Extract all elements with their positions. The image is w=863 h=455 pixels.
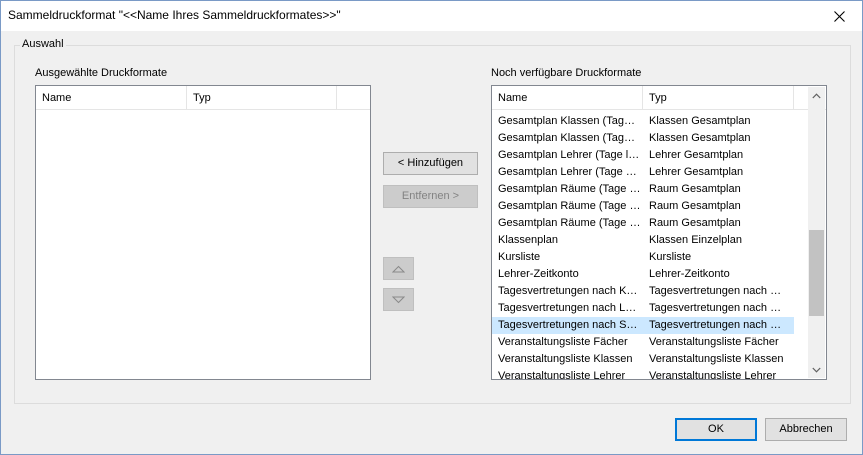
- list-item-name: Gesamtplan Räume (Tage l…: [498, 200, 641, 212]
- list-item-type: Raum Gesamtplan: [649, 217, 741, 229]
- list-item-name: Gesamtplan Lehrer (Tage …: [498, 166, 637, 178]
- list-item-type: Lehrer Gesamtplan: [649, 166, 744, 178]
- list-item-type: Veranstaltungsliste Klassen: [649, 353, 784, 365]
- list-item-type: Raum Gesamtplan: [649, 200, 741, 212]
- group-legend: Auswahl: [20, 38, 66, 50]
- window-title: Sammeldruckformat "<<Name Ihres Sammeldr…: [8, 8, 341, 22]
- list-item-name: Gesamtplan Klassen (Tage…: [498, 132, 641, 144]
- list-item-type: Veranstaltungsliste Lehrer: [649, 370, 777, 380]
- scroll-up-button[interactable]: [808, 87, 825, 104]
- list-item[interactable]: Tagesvertretungen nach K… Tagesvertretung…: [492, 283, 794, 300]
- cancel-button[interactable]: Abbrechen: [765, 418, 847, 441]
- list-item[interactable]: Tagesvertretungen nach L… Tagesvertretung…: [492, 300, 794, 317]
- list-item[interactable]: Gesamtplan Klassen (Tage… Klassen Gesamtp…: [492, 130, 794, 147]
- column-header-name[interactable]: Name: [492, 86, 643, 110]
- list-item-name: Gesamtplan Räume (Tage l…: [498, 183, 641, 195]
- list-item-type: Klassen Einzelplan: [649, 234, 742, 246]
- list-item-type: Veranstaltungsliste Fächer: [649, 336, 779, 348]
- list-header: Name Typ: [492, 86, 826, 110]
- list-item[interactable]: Veranstaltungsliste Fächer Veranstaltungs…: [492, 334, 794, 351]
- list-item[interactable]: Gesamtplan Räume (Tage l… Raum Gesamtplan: [492, 198, 794, 215]
- scroll-down-button[interactable]: [808, 361, 825, 378]
- close-button[interactable]: [816, 1, 862, 31]
- list-item[interactable]: Gesamtplan Lehrer (Tage … Lehrer Gesamtpl…: [492, 164, 794, 181]
- list-item-name: Klassenplan: [498, 234, 558, 246]
- list-item-name: Veranstaltungsliste Lehrer: [498, 370, 626, 380]
- column-header-type[interactable]: Typ: [643, 86, 794, 110]
- list-item[interactable]: Kursliste Kursliste: [492, 249, 794, 266]
- available-formats-label: Noch verfügbare Druckformate: [491, 67, 642, 79]
- list-item[interactable]: Veranstaltungsliste Lehrer Veranstaltungs…: [492, 368, 794, 380]
- move-down-button[interactable]: [383, 288, 414, 311]
- list-item-name: Gesamtplan Klassen (Tage…: [498, 115, 641, 127]
- column-header-name[interactable]: Name: [36, 86, 187, 110]
- list-item[interactable]: Gesamtplan Räume (Tage … Raum Gesamtplan: [492, 215, 794, 232]
- list-item-type: Tagesvertretungen nach …: [649, 319, 782, 331]
- list-item-name: Gesamtplan Lehrer (Tage li…: [498, 149, 641, 161]
- list-item-type: Lehrer Gesamtplan: [649, 149, 744, 161]
- chevron-down-icon: [812, 367, 821, 373]
- list-item-name: Tagesvertretungen nach L…: [498, 302, 637, 314]
- remove-button[interactable]: Entfernen >: [383, 185, 478, 208]
- selected-formats-list[interactable]: Name Typ: [35, 85, 371, 380]
- list-item-type: Raum Gesamtplan: [649, 183, 741, 195]
- list-item[interactable]: Gesamtplan Klassen (Tage… Klassen Gesamtp…: [492, 113, 794, 130]
- list-item-type: Tagesvertretungen nach …: [649, 285, 782, 297]
- dialog-window: Sammeldruckformat "<<Name Ihres Sammeldr…: [0, 0, 863, 455]
- triangle-up-icon: [392, 265, 405, 272]
- add-button[interactable]: < Hinzufügen: [383, 152, 478, 175]
- list-item-type: Lehrer-Zeitkonto: [649, 268, 730, 280]
- list-item-name: Kursliste: [498, 251, 541, 263]
- scroll-thumb[interactable]: [809, 230, 824, 316]
- selected-formats-label: Ausgewählte Druckformate: [35, 67, 168, 79]
- close-icon: [833, 10, 845, 22]
- list-item-name: Tagesvertretungen nach K…: [498, 285, 638, 297]
- list-item-name: Veranstaltungsliste Fächer: [498, 336, 628, 348]
- ok-button[interactable]: OK: [675, 418, 757, 441]
- triangle-down-icon: [392, 296, 405, 303]
- list-item[interactable]: Klassenplan Klassen Einzelplan: [492, 232, 794, 249]
- list-item-name: Lehrer-Zeitkonto: [498, 268, 579, 280]
- list-item-name: Tagesvertretungen nach S…: [498, 319, 638, 331]
- list-header: Name Typ: [36, 86, 370, 110]
- column-header-type[interactable]: Typ: [187, 86, 337, 110]
- list-item-name: Veranstaltungsliste Klassen: [498, 353, 633, 365]
- list-item[interactable]: Gesamtplan Räume (Tage l… Raum Gesamtplan: [492, 181, 794, 198]
- list-item[interactable]: Veranstaltungsliste Klassen Veranstaltung…: [492, 351, 794, 368]
- chevron-up-icon: [812, 92, 821, 98]
- list-item[interactable]: Tagesvertretungen nach S… Tagesvertretung…: [492, 317, 794, 334]
- list-item-type: Klassen Gesamtplan: [649, 115, 751, 127]
- list-item-type: Klassen Gesamtplan: [649, 132, 751, 144]
- list-item[interactable]: Gesamtplan Lehrer (Tage li… Lehrer Gesamt…: [492, 147, 794, 164]
- move-up-button[interactable]: [383, 257, 414, 280]
- vertical-scrollbar[interactable]: [808, 87, 825, 378]
- available-formats-list[interactable]: Name Typ Gesamtplan Klassen (Tage… Klasse…: [491, 85, 827, 380]
- title-bar: Sammeldruckformat "<<Name Ihres Sammeldr…: [1, 1, 862, 31]
- list-item-type: Kursliste: [649, 251, 692, 263]
- list-item[interactable]: Lehrer-Zeitkonto Lehrer-Zeitkonto: [492, 266, 794, 283]
- list-item-type: Tagesvertretungen nach …: [649, 302, 782, 314]
- list-item-name: Gesamtplan Räume (Tage …: [498, 217, 641, 229]
